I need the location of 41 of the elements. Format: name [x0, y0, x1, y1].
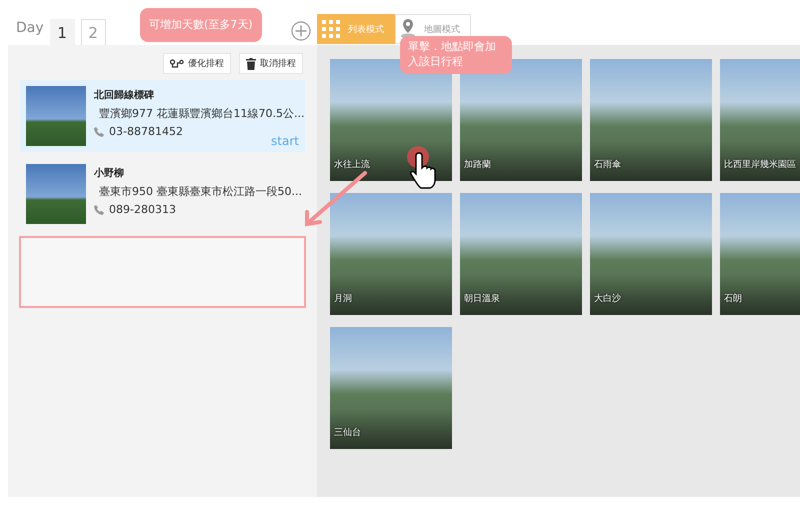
itinerary-card[interactable]: 北回歸線標碑 豐濱鄉977 花蓮縣豐濱鄉台11線70.5公... 03-88781452 start	[20, 80, 305, 152]
place-tile[interactable]: 三仙台	[330, 327, 452, 449]
tooltip: 單擊．地點即會加入該日行程	[400, 36, 512, 74]
place-name: 北回歸線標碑	[94, 88, 155, 102]
phone-icon	[94, 126, 104, 136]
grid-icon	[322, 20, 340, 38]
place-name: 小野柳	[94, 166, 125, 180]
place-tile[interactable]: 大白沙	[590, 193, 712, 315]
place-name: 月洞	[334, 292, 352, 305]
place-name: 大白沙	[594, 292, 621, 305]
arrow-drawing	[302, 170, 368, 228]
day-label: Day	[16, 20, 44, 38]
place-tile[interactable]: 月洞	[330, 193, 452, 315]
place-name: 加路蘭	[464, 158, 491, 171]
start-label: start	[271, 134, 299, 148]
add-day-icon[interactable]	[291, 21, 311, 41]
place-name: 石朗	[724, 292, 742, 305]
photo-placeholder	[26, 164, 86, 224]
optimize-button[interactable]: 優化排程	[163, 53, 231, 74]
place-name: 朝日溫泉	[464, 292, 500, 305]
place-phone: 03-88781452	[109, 125, 183, 138]
place-tile[interactable]: 比西里岸幾米園區	[720, 59, 800, 181]
drop-zone[interactable]	[19, 236, 306, 308]
place-name: 水往上流	[334, 158, 370, 171]
place-address: 臺東市950 臺東縣臺東市松江路一段50...	[99, 184, 302, 199]
place-name: 三仙台	[334, 426, 361, 439]
day-tab[interactable]: 1	[50, 19, 75, 45]
phone-icon	[94, 204, 104, 214]
place-tile[interactable]: 朝日溫泉	[460, 193, 582, 315]
place-address: 豐濱鄉977 花蓮縣豐濱鄉台11線70.5公...	[99, 106, 304, 121]
route-icon	[170, 58, 184, 68]
itinerary-card[interactable]: 小野柳 臺東市950 臺東縣臺東市松江路一段50... 089-280313	[20, 158, 305, 230]
place-name: 石雨傘	[594, 158, 621, 171]
place-name: 比西里岸幾米園區	[724, 158, 796, 171]
trash-icon	[246, 58, 256, 70]
tooltip: 可增加天數(至多7天)	[140, 8, 262, 42]
photo-placeholder	[26, 86, 86, 146]
cancel-button[interactable]: 取消排程	[239, 53, 303, 74]
place-phone: 089-280313	[109, 203, 176, 216]
place-tile[interactable]: 石朗	[720, 193, 800, 315]
place-tile[interactable]: 石雨傘	[590, 59, 712, 181]
